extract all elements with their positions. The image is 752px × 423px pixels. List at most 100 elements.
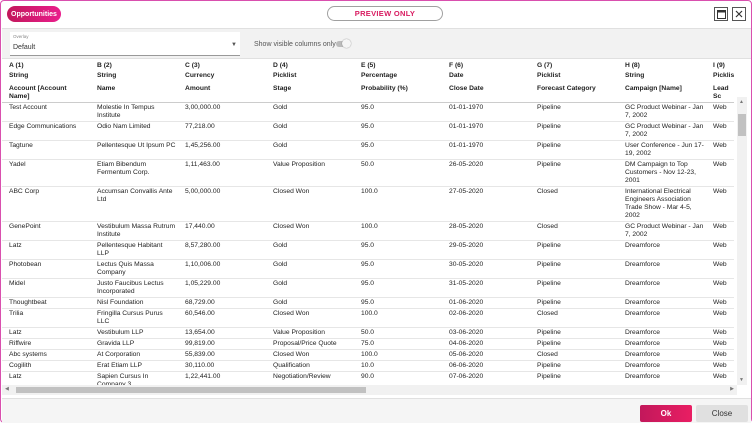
table-row[interactable]: ABC Corp Accumsan Convallis Ante Ltd 5,00,… [2,187,734,222]
table-cell: Closed Won [273,310,310,317]
table-cell: International Electrical Engineers Assoc… [625,188,692,219]
table-row[interactable]: Photobean Lectus Quis Massa Company 1,10,0… [2,260,734,279]
table-cell: Web [713,310,727,317]
table-cell: Pipeline [537,329,561,336]
column-header-row: Account [Account Name] Name Amount Stage Pro… [2,81,734,103]
table-cell: 27-05-2020 [449,188,484,195]
table-cell: Fringilla Cursus Purus LLC [97,310,163,325]
table-cell: GC Product Webinar - Jan 7, 2002 [625,223,704,238]
table-cell: Web [713,329,727,336]
table-cell: DM Campaign to Top Customers - Nov 12-23… [625,161,696,184]
table-row[interactable]: Midel Justo Faucibus Lectus Incorporated 1… [2,279,734,298]
column-header[interactable]: Name [90,81,178,103]
dialog-footer: Ok Close [2,398,751,423]
table-cell: 95.0 [361,242,375,249]
vertical-scroll-thumb[interactable] [738,114,746,136]
table-cell: 1,45,256.00 [185,142,221,149]
table-cell: Edge Communications [9,123,77,130]
table-cell: 1,05,229.00 [185,280,221,287]
data-table: A (1) B (2) C (3) D (4) E (5) F (6) G (7) H (8)… [2,61,734,385]
column-header[interactable]: Forecast Category [530,81,618,103]
table-cell: Pellentesque Habitant LLP [97,242,163,257]
column-letter: E (5) [361,62,376,69]
column-header[interactable]: Close Date [442,81,530,103]
table-row[interactable]: Latz Vestibulum LLP 13,654.00 Value Proposi… [2,328,734,339]
column-header[interactable]: Stage [266,81,354,103]
scroll-right-icon[interactable]: ▶ [730,386,734,392]
table-row[interactable]: Tagtune Pellentesque Ut Ipsum PC 1,45,256.… [2,141,734,160]
table-cell: 95.0 [361,142,375,149]
table-cell: Dreamforce [625,329,660,336]
table-cell: 30,110.00 [185,362,215,369]
table-cell: 17,440.00 [185,223,215,230]
table-row[interactable]: Latz Sapien Cursus In Company 3 1,22,441.0… [2,372,734,385]
table-cell: Dreamforce [625,261,660,268]
table-cell: 1,10,006.00 [185,261,221,268]
table-cell: Pipeline [537,280,561,287]
table-row[interactable]: Latz Pellentesque Habitant LLP 8,57,280.00… [2,241,734,260]
column-header[interactable]: Campaign [Name] [618,81,706,103]
scroll-down-icon[interactable]: ▼ [739,377,744,383]
table-cell: Pellentesque Ut Ipsum PC [97,142,176,149]
close-button[interactable]: Close [696,405,748,422]
chevron-down-icon: ▼ [231,42,237,48]
table-cell: Pipeline [537,104,561,111]
overlay-select[interactable]: Overlay Default ▼ [10,32,240,56]
table-row[interactable]: GenePoint Vestibulum Massa Rutrum Institu… [2,222,734,241]
horizontal-scrollbar[interactable]: ◀ ▶ [2,385,737,395]
table-cell: Dreamforce [625,362,660,369]
table-row[interactable]: Riffwire Gravida LLP 99,819.00 Proposal/Pri… [2,339,734,350]
column-letter: D (4) [273,62,288,69]
table-cell: 01-01-1970 [449,123,484,130]
table-cell: Closed [537,310,558,317]
table-cell: 31-05-2020 [449,280,484,287]
table-cell: Gold [273,104,288,111]
table-row[interactable]: Trilia Fringilla Cursus Purus LLC 60,546.0… [2,309,734,328]
close-icon[interactable] [732,7,746,21]
table-cell: Closed Won [273,351,310,358]
table-cell: Web [713,261,727,268]
column-header[interactable]: Lead Sc [706,81,734,103]
table-cell: 06-06-2020 [449,362,484,369]
table-row[interactable]: Thoughtbeat Nisl Foundation 68,729.00 Gold 9… [2,298,734,309]
table-cell: Proposal/Price Quote [273,340,337,347]
window-maximize-icon[interactable] [714,7,728,21]
column-letter: H (8) [625,62,640,69]
table-cell: Vestibulum LLP [97,329,144,336]
vertical-scrollbar[interactable]: ▲ ▼ [737,97,747,385]
column-header[interactable]: Amount [178,81,266,103]
table-cell: 29-05-2020 [449,242,484,249]
table-cell: Pipeline [537,161,561,168]
table-row[interactable]: Edge Communications Odio Nam Limited 77,21… [2,122,734,141]
table-row[interactable]: Test Account Molestie In Tempus Institute… [2,103,734,122]
table-row[interactable]: Yadel Etiam Bibendum Fermentum Corp. 1,11,… [2,160,734,187]
scroll-left-icon[interactable]: ◀ [5,386,9,392]
column-type: String [97,72,117,79]
column-letter: B (2) [97,62,112,69]
dialog-header: Opportunities PREVIEW ONLY [1,1,751,27]
column-type: Date [449,72,464,79]
table-cell: Pipeline [537,261,561,268]
table-row[interactable]: Cogilith Erat Etiam LLP 30,110.00 Qualifica… [2,361,734,372]
column-letter: F (6) [449,62,464,69]
table-cell: GenePoint [9,223,41,230]
column-header[interactable]: Probability (%) [354,81,442,103]
table-cell: 50.0 [361,329,375,336]
ok-button[interactable]: Ok [640,405,692,422]
visible-columns-label: Show visible columns only [254,41,336,48]
horizontal-scroll-thumb[interactable] [16,387,366,393]
visible-columns-toggle[interactable] [336,39,351,48]
table-cell: Gold [273,261,288,268]
data-grid: A (1) B (2) C (3) D (4) E (5) F (6) G (7) H (8)… [2,61,737,385]
scroll-up-icon[interactable]: ▲ [739,99,744,105]
column-header[interactable]: Account [Account Name] [2,81,90,103]
table-cell: Value Proposition [273,161,325,168]
table-cell: 5,00,000.00 [185,188,221,195]
table-cell: 60,546.00 [185,310,215,317]
table-row[interactable]: Abc systems At Corporation 55,839.00 Closed… [2,350,734,361]
table-cell: Web [713,188,727,195]
table-cell: 26-05-2020 [449,161,484,168]
opportunities-tab[interactable]: Opportunities [7,6,61,22]
table-cell: 95.0 [361,123,375,130]
table-cell: 100.0 [361,188,378,195]
